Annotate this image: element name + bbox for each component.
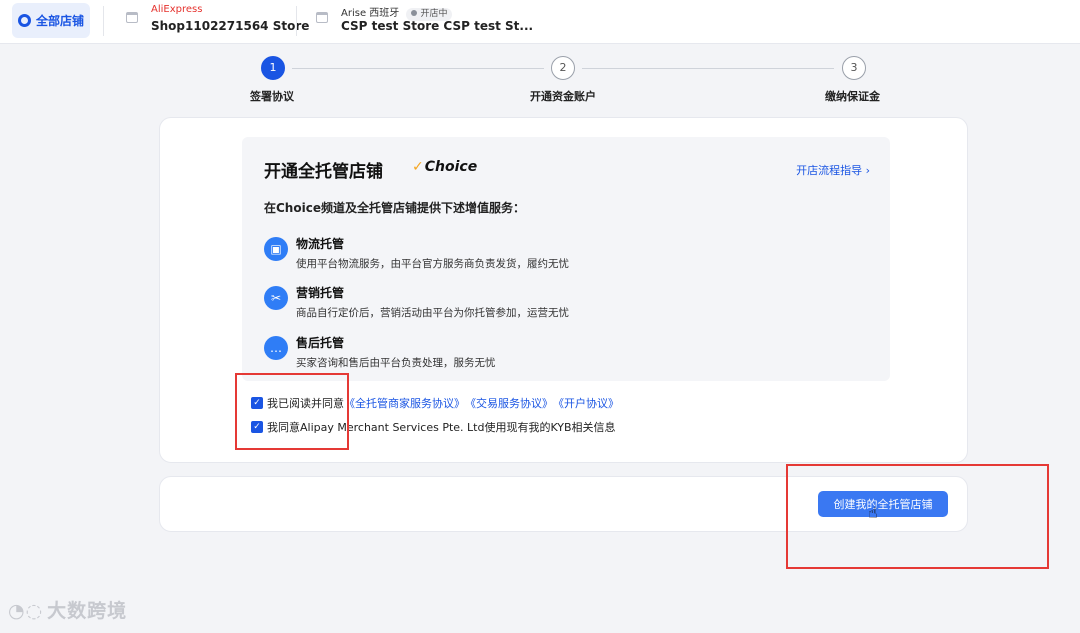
chat-icon: … [264,336,288,360]
divider [296,6,297,36]
watermark: ◔◌ 大数跨境 [8,596,127,623]
annotation-box-agreements [235,373,349,450]
store-icon [126,12,138,23]
store-name: Shop1102271564 Store [151,19,310,33]
annotation-box-button [786,464,1049,569]
choice-logo: ✓Choice [412,159,477,175]
all-stores-logo-icon [17,14,31,27]
status-text: 开店中 [420,9,448,19]
step-connector [582,68,834,69]
store-platform: AliExpress [151,4,203,15]
store-tab-aliexpress[interactable]: AliExpress Shop1102271564 Store [126,4,309,40]
step-1-label: 签署协议 [250,90,294,103]
divider [103,6,104,36]
step-3-label: 缴纳保证金 [825,90,880,103]
step-2-circle: 2 [551,56,575,80]
package-icon: ▣ [264,237,288,261]
account-agreement-link[interactable]: 《开户协议》 [553,395,619,411]
service-item-marketing: ✂ 营销托管 商品自行定价后，营销活动由平台为你托管参加，运营无忧 [264,284,864,324]
service-desc: 使用平台物流服务，由平台官方服务商负责发货，履约无忧 [296,258,569,270]
service-desc: 商品自行定价后，营销活动由平台为你托管参加，运营无忧 [296,307,569,319]
all-stores-tab[interactable]: 全部店铺 [12,3,90,38]
services-subtitle: 在Choice频道及全托管店铺提供下述增值服务： [264,201,525,215]
store-name: CSP test Store CSP test St... [341,19,534,33]
status-dot-icon [411,9,418,16]
all-stores-label: 全部店铺 [35,14,84,28]
ticket-icon: ✂ [264,286,288,310]
brand-name: Choice [424,159,478,175]
top-bar: 全部店铺 AliExpress Shop1102271564 Store Ari… [0,0,1080,44]
merchant-agreement-link[interactable]: 《全托管商家服务协议》 [344,395,465,411]
service-title: 物流托管 [296,237,345,251]
trade-agreement-link[interactable]: 《交易服务协议》 [465,395,553,411]
page-title: 开通全托管店铺 [264,162,383,182]
step-connector [292,68,544,69]
service-desc: 买家咨询和售后由平台负责处理，服务无忧 [296,357,496,369]
store-icon [316,12,328,23]
watermark-text: 大数跨境 [47,600,128,622]
store-platform: Arise 西班牙 [341,8,400,19]
check-mark-icon: ✓ [412,159,424,175]
service-item-aftersales: … 售后托管 买家咨询和售后由平台负责处理，服务无忧 [264,334,864,374]
watermark-logo-icon: ◔◌ [8,600,44,622]
service-title: 售后托管 [296,336,345,350]
step-2-label: 开通资金账户 [530,90,596,103]
step-3-circle: 3 [842,56,866,80]
store-tab-arise[interactable]: Arise 西班牙 开店中 CSP test Store CSP test St… [316,4,533,40]
services-panel: 开通全托管店铺 ✓Choice 开店流程指导 › 在Choice频道及全托管店铺… [242,137,890,381]
service-item-logistics: ▣ 物流托管 使用平台物流服务，由平台官方服务商负责发货，履约无忧 [264,235,864,275]
guide-link[interactable]: 开店流程指导 › [796,162,870,178]
step-1-circle: 1 [261,56,285,80]
service-title: 营销托管 [296,286,345,300]
